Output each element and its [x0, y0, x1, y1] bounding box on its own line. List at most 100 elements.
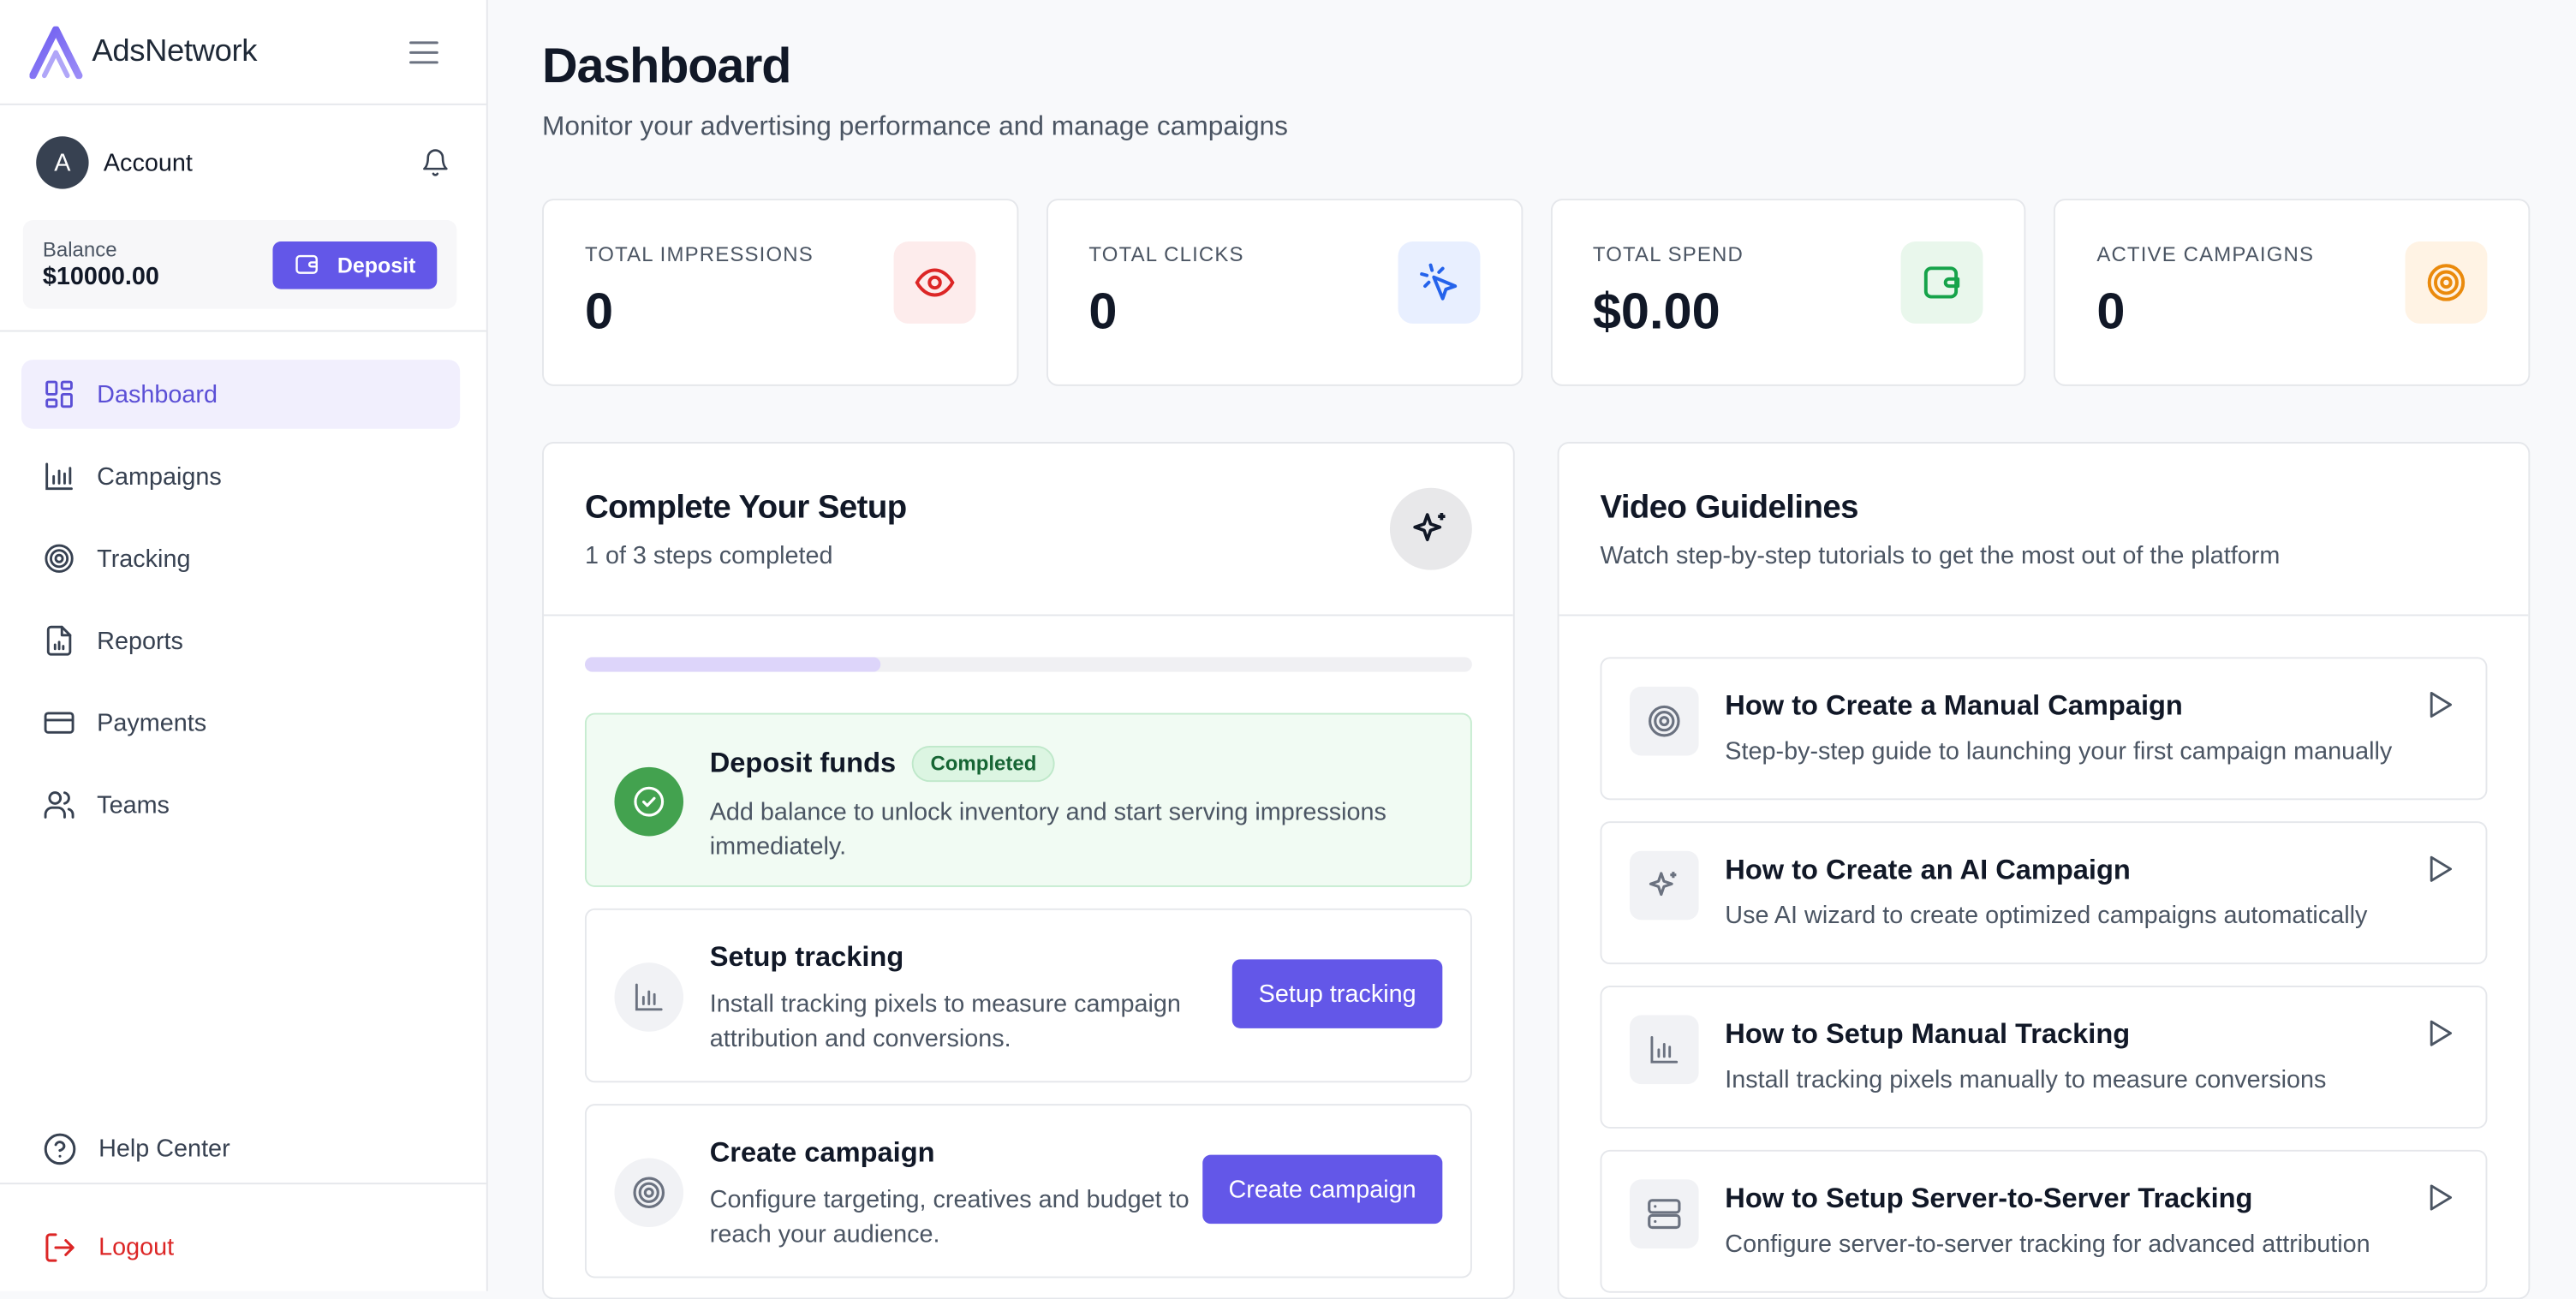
sidebar-item-tracking[interactable]: Tracking: [21, 524, 460, 593]
sidebar-bottom-divider: [0, 1183, 486, 1185]
sidebar-item-label: Payments: [97, 708, 207, 737]
stat-icon-box: [1397, 241, 1480, 324]
status-badge: Completed: [912, 745, 1055, 783]
step-status: [614, 1158, 684, 1228]
setup-subtitle: 1 of 3 steps completed: [584, 542, 833, 570]
video-item-desc: Use AI wizard to create optimized campai…: [1725, 902, 2368, 930]
step-title: Setup tracking: [709, 941, 904, 973]
setup-panel: Complete Your Setup 1 of 3 steps complet…: [542, 442, 1515, 1299]
deposit-button[interactable]: Deposit: [273, 241, 438, 289]
step-title-row: Deposit funds Completed: [709, 745, 1441, 783]
sidebar-item-teams[interactable]: Teams: [21, 771, 460, 840]
bar-chart-icon: [45, 462, 73, 491]
help-center-link[interactable]: Help Center: [21, 1114, 460, 1183]
step-description: Install tracking pixels to measure campa…: [709, 990, 1181, 1053]
stat-card-spend: TOTAL SPEND $0.00: [1549, 199, 2026, 386]
video-item-desc: Step-by-step guide to launching your fir…: [1725, 737, 2393, 766]
play-icon[interactable]: [2424, 688, 2456, 721]
page-subtitle: Monitor your advertising performance and…: [542, 111, 1289, 141]
stat-icon-box: [893, 241, 976, 324]
video-icon-box: [1630, 686, 1699, 756]
wallet-icon: [1924, 266, 1960, 299]
logo-icon: [29, 25, 83, 79]
sidebar-nav: Dashboard Campaigns Tracking Reports Pay…: [0, 332, 486, 840]
stat-icon-box: [2405, 241, 2488, 324]
menu-toggle-button[interactable]: [408, 35, 440, 68]
video-item-title: How to Setup Manual Tracking: [1725, 1018, 2131, 1050]
logout-link[interactable]: Logout: [21, 1213, 460, 1282]
video-item-desc: Configure server-to-server tracking for …: [1725, 1230, 2370, 1259]
sparkles-icon: [1649, 872, 1677, 897]
sidebar-item-label: Reports: [97, 626, 183, 655]
setup-tracking-button[interactable]: Setup tracking: [1231, 959, 1443, 1028]
balance-card: Balance $10000.00 Deposit: [22, 220, 457, 309]
video-list: How to Create a Manual Campaign Step-by-…: [1559, 616, 2529, 1293]
check-circle-icon: [634, 786, 665, 817]
play-icon[interactable]: [2424, 1181, 2456, 1213]
step-description: Add balance to unlock inventory and star…: [709, 798, 1386, 861]
sidebar-item-label: Campaigns: [97, 462, 222, 491]
video-item[interactable]: How to Create an AI Campaign Use AI wiza…: [1600, 821, 2488, 965]
video-item-title: How to Create an AI Campaign: [1725, 854, 2131, 886]
video-item-title: How to Create a Manual Campaign: [1725, 689, 2183, 722]
video-item[interactable]: How to Setup Server-to-Server Tracking C…: [1600, 1149, 2488, 1293]
step-create-campaign: Create campaign Configure targeting, cre…: [584, 1104, 1472, 1278]
account-row: A Account: [0, 105, 486, 220]
logout-icon: [45, 1232, 75, 1261]
eye-icon: [915, 268, 955, 297]
video-item[interactable]: How to Create a Manual Campaign Step-by-…: [1600, 657, 2488, 801]
help-circle-icon: [44, 1132, 76, 1165]
video-panel-header: Video Guidelines Watch step-by-step tuto…: [1559, 444, 2529, 617]
app-frame: AdsNetwork A Account Balance $10000.00 D…: [0, 0, 2576, 1299]
stat-card-clicks: TOTAL CLICKS 0: [1046, 199, 1523, 386]
setup-progress-bar: [584, 657, 1472, 672]
sparkles-badge: [1389, 487, 1472, 570]
target-icon: [633, 1177, 665, 1209]
balance-label: Balance: [42, 238, 117, 262]
bar-chart-icon: [1650, 1036, 1679, 1064]
setup-title: Complete Your Setup: [584, 489, 907, 526]
step-status: [614, 766, 684, 837]
sidebar-item-payments[interactable]: Payments: [21, 688, 460, 758]
grid-icon: [45, 380, 73, 408]
stat-icon-box: [1901, 241, 1983, 324]
sidebar-item-dashboard[interactable]: Dashboard: [21, 360, 461, 429]
play-icon[interactable]: [2424, 1016, 2456, 1049]
cursor-click-icon: [1419, 263, 1457, 301]
account-menu[interactable]: A Account: [36, 136, 193, 189]
step-title: Deposit funds: [709, 747, 897, 779]
video-icon-box: [1630, 1015, 1699, 1085]
sidebar-item-reports[interactable]: Reports: [21, 606, 460, 676]
create-campaign-button[interactable]: Create campaign: [1202, 1154, 1443, 1225]
video-item-desc: Install tracking pixels manually to meas…: [1725, 1066, 2327, 1094]
sidebar: AdsNetwork A Account Balance $10000.00 D…: [0, 0, 488, 1291]
sidebar-item-label: Tracking: [97, 544, 191, 573]
report-icon: [46, 625, 72, 656]
sidebar-item-label: Dashboard: [97, 380, 218, 408]
sparkles-icon: [1413, 513, 1446, 542]
video-title: Video Guidelines: [1600, 489, 1858, 526]
card-icon: [44, 712, 75, 734]
balance-value: $10000.00: [42, 262, 159, 291]
main-content: Dashboard Monitor your advertising perfo…: [488, 0, 2576, 1299]
bar-chart-icon: [635, 983, 663, 1011]
video-item[interactable]: How to Setup Manual Tracking Install tra…: [1600, 986, 2488, 1129]
play-icon[interactable]: [2424, 853, 2456, 885]
video-icon-box: [1630, 1179, 1699, 1248]
step-setup-tracking: Setup tracking Install tracking pixels t…: [584, 908, 1472, 1083]
target-icon: [45, 544, 74, 573]
logo[interactable]: AdsNetwork: [29, 25, 258, 79]
sidebar-item-campaigns[interactable]: Campaigns: [21, 442, 460, 511]
target-icon: [1649, 705, 1680, 737]
step-description: Configure targeting, creatives and budge…: [709, 1186, 1190, 1248]
brand-name: AdsNetwork: [92, 33, 258, 69]
help-center-label: Help Center: [98, 1134, 230, 1163]
page-title: Dashboard: [542, 39, 791, 94]
avatar: A: [36, 136, 89, 189]
panels-row: Complete Your Setup 1 of 3 steps complet…: [542, 442, 2531, 1299]
setup-steps: Deposit funds Completed Add balance to u…: [544, 672, 1513, 1278]
bell-icon[interactable]: [420, 148, 450, 178]
logout-label: Logout: [98, 1232, 175, 1261]
server-icon: [1648, 1199, 1681, 1230]
video-item-title: How to Setup Server-to-Server Tracking: [1725, 1183, 2253, 1214]
